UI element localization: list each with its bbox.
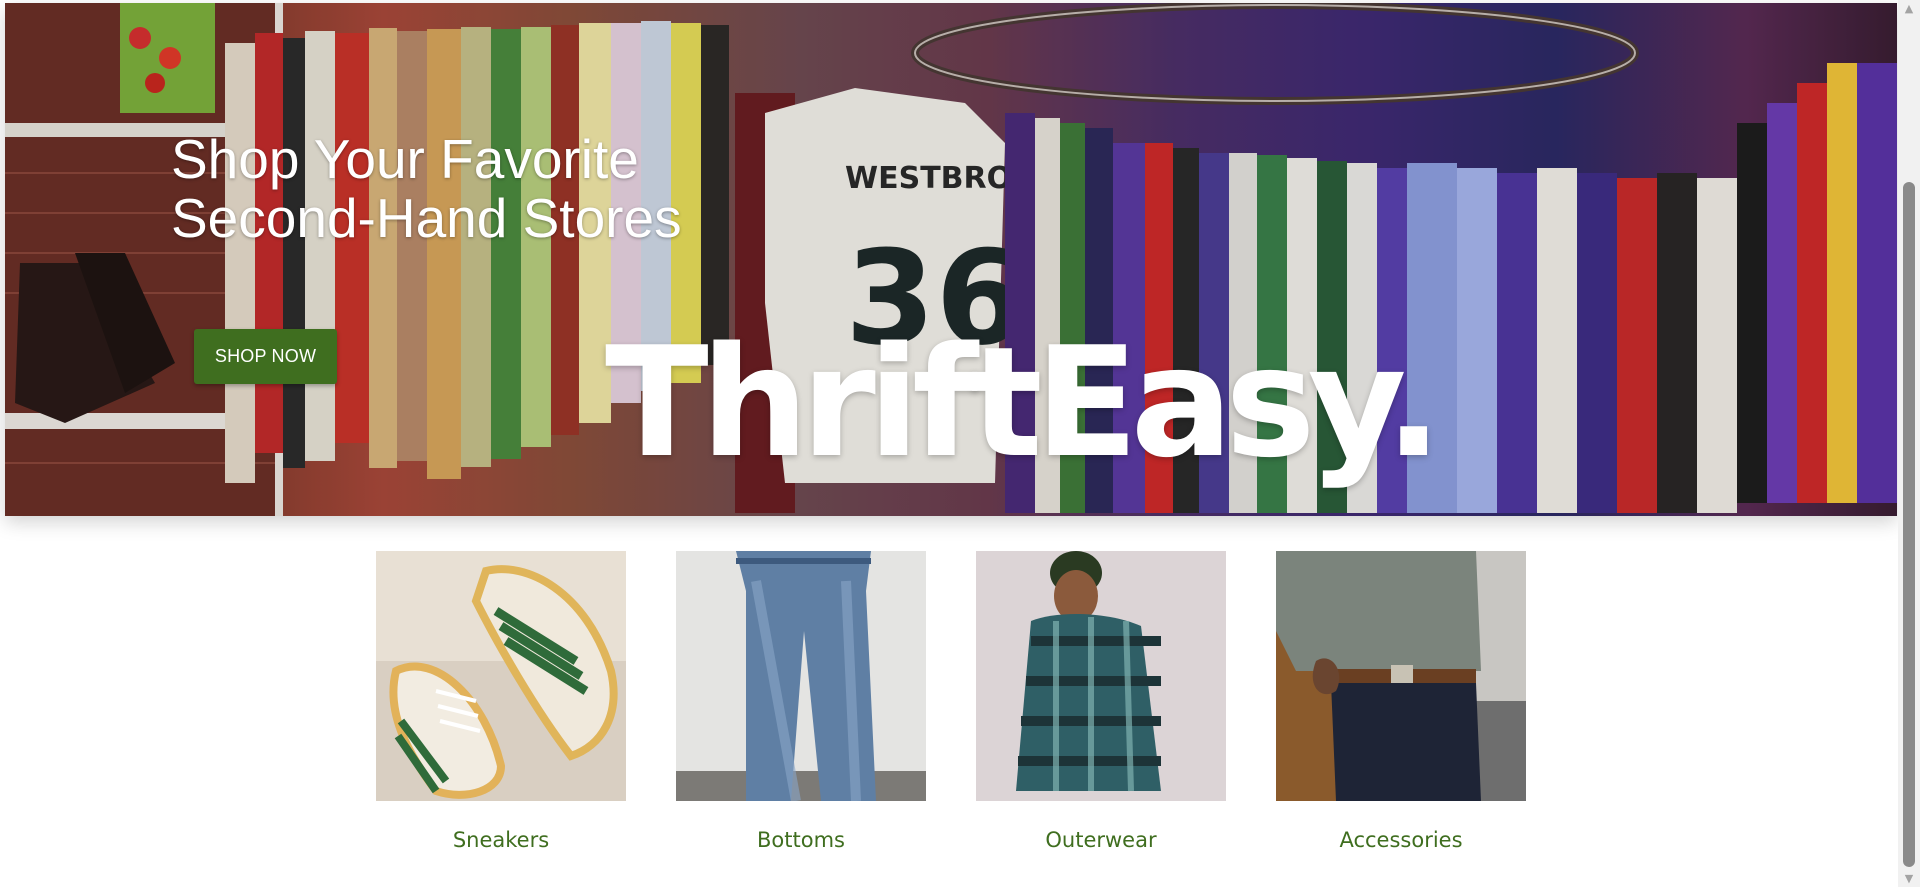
scroll-up-icon[interactable]: ▲ bbox=[1898, 0, 1920, 17]
scroll-thumb[interactable] bbox=[1903, 182, 1915, 867]
jeans-image bbox=[676, 551, 926, 801]
sneakers-photo[interactable] bbox=[376, 551, 626, 801]
category-card-bottoms[interactable]: Bottoms bbox=[676, 551, 926, 853]
category-label-sneakers[interactable]: Sneakers bbox=[376, 827, 626, 853]
category-card-outerwear[interactable]: Outerwear bbox=[976, 551, 1226, 853]
sneakers-image bbox=[376, 551, 626, 801]
hero-title: Shop Your Favorite Second-Hand Stores bbox=[171, 128, 682, 249]
scroll-down-icon[interactable]: ▼ bbox=[1898, 870, 1920, 887]
shop-now-button[interactable]: SHOP NOW bbox=[194, 329, 337, 384]
category-label-bottoms[interactable]: Bottoms bbox=[676, 827, 926, 853]
hero-banner: WESTBROOK 36 Shop Your Favorite Second-H… bbox=[5, 3, 1897, 516]
vertical-scrollbar[interactable]: ▲ ▼ bbox=[1898, 0, 1920, 887]
belt-sweater-photo[interactable] bbox=[1276, 551, 1526, 801]
category-label-accessories[interactable]: Accessories bbox=[1276, 827, 1526, 853]
jeans-photo[interactable] bbox=[676, 551, 926, 801]
category-card-sneakers[interactable]: Sneakers bbox=[376, 551, 626, 853]
accessories-image bbox=[1276, 551, 1526, 801]
category-label-outerwear[interactable]: Outerwear bbox=[976, 827, 1226, 853]
page: WESTBROOK 36 Shop Your Favorite Second-H… bbox=[0, 0, 1920, 887]
outerwear-image bbox=[976, 551, 1226, 801]
flannel-jacket-photo[interactable] bbox=[976, 551, 1226, 801]
category-card-accessories[interactable]: Accessories bbox=[1276, 551, 1526, 853]
thrifteasy-logo: ThriftEasy. bbox=[605, 314, 1442, 491]
